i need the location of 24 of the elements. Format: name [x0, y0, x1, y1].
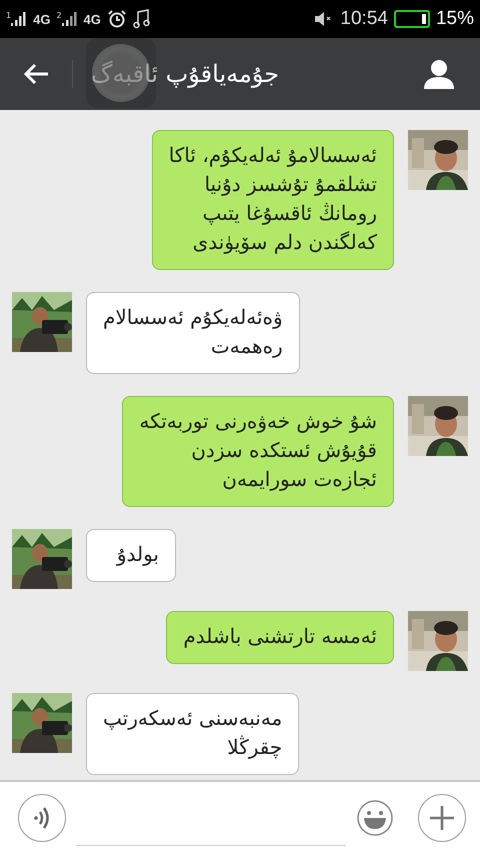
sim-slot-label: 2 — [56, 12, 62, 20]
received-message-bubble: بولدۇ — [86, 529, 176, 582]
music-note-icon — [132, 9, 151, 29]
plus-icon[interactable] — [428, 804, 456, 832]
signal-icon — [62, 12, 78, 26]
contact-profile-button[interactable] — [422, 57, 456, 91]
sim-slot-label: 1 — [6, 12, 12, 20]
clock-time: 10:54 — [340, 8, 388, 30]
voice-button[interactable] — [18, 794, 66, 842]
emoji-button[interactable] — [356, 799, 394, 837]
network-label: 4G — [33, 12, 50, 26]
network-label: 4G — [84, 12, 101, 26]
chat-title: جۇمەياقۇپ ئاقبەگ — [91, 60, 280, 88]
sent-message-bubble: شۇ خوش خەۋەرنى توربەتكە قۇيۇش ئستكدە سزدن ئجازەت سورايمەن — [122, 396, 394, 507]
battery-icon — [394, 10, 430, 28]
received-message-bubble: ۋەئەلەيكۇم ئەسسالام رەھمەت — [86, 292, 300, 374]
alarm-clock-icon — [106, 9, 127, 29]
battery-percent: 15% — [436, 8, 474, 30]
sent-message-bubble: ئەسسالامۇ ئەلەيكۇم، ئاكا تشلقمۇ تۇشسز دۇنيا رومانڭ ئاقسۇغا يتىپ كەلگندن دلم سۆيۈندى — [152, 130, 394, 270]
signal-icon — [11, 12, 28, 26]
floating-assist-button[interactable] — [86, 38, 156, 108]
received-message-bubble: مەنبەسنى ئەسكەرتپ چقرڭلا — [86, 693, 300, 775]
sent-message-bubble: ئەمسە تارتشنى باشلدم — [166, 611, 394, 664]
add-button[interactable] — [418, 794, 466, 842]
